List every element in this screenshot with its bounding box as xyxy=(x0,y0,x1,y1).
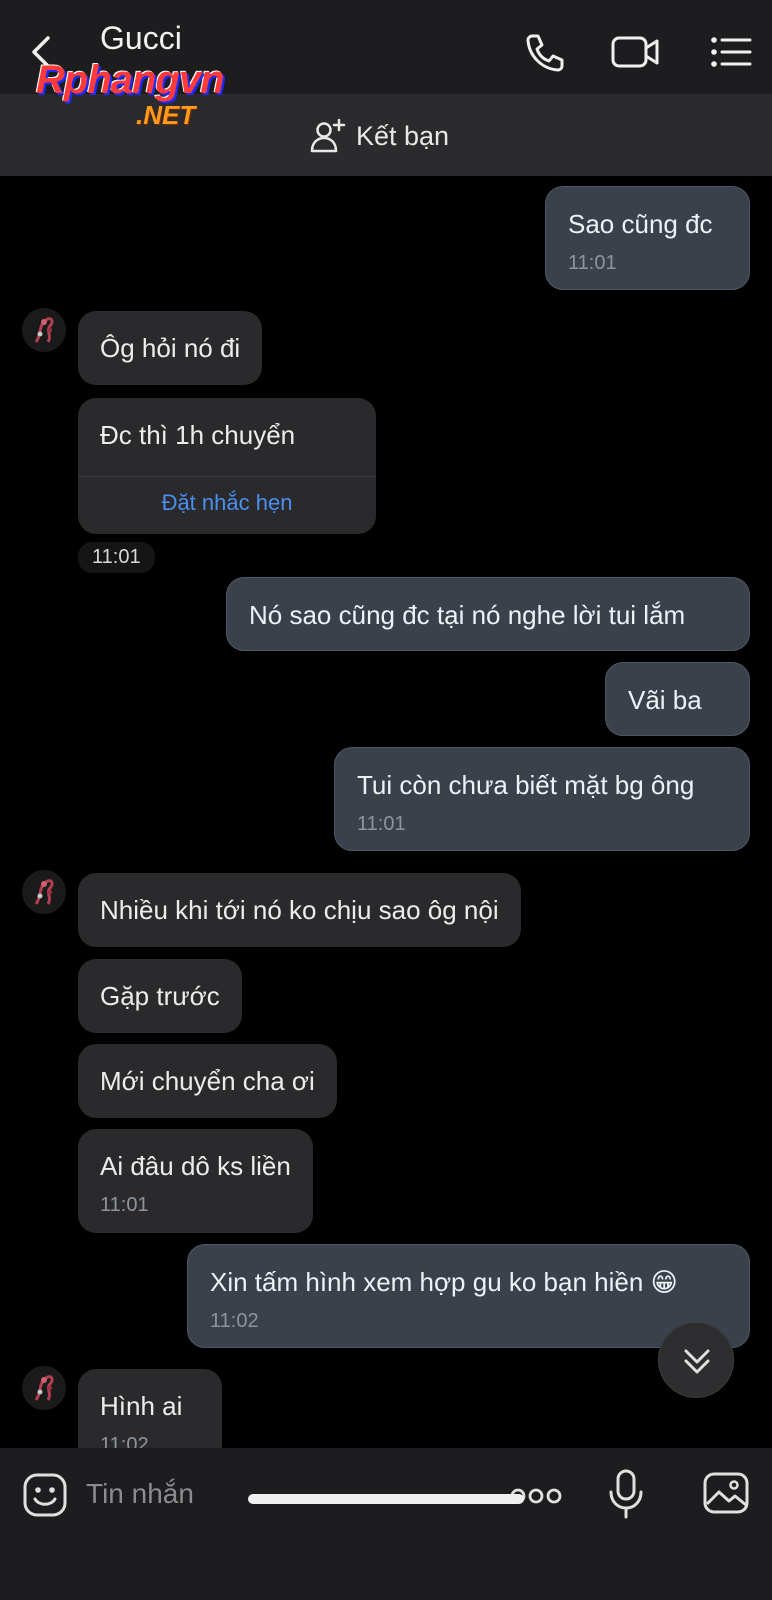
add-friend-button[interactable]: Kết bạn xyxy=(310,116,449,156)
contact-name[interactable]: Gucci xyxy=(100,20,182,57)
message-bubble-incoming[interactable]: Gặp trước xyxy=(78,959,242,1033)
message-text: Mới chuyển cha ơi xyxy=(100,1066,315,1096)
voice-message-button[interactable] xyxy=(606,1468,646,1520)
scroll-down-button[interactable] xyxy=(658,1322,734,1398)
message-time: 11:01 xyxy=(100,1194,149,1216)
menu-button[interactable] xyxy=(708,30,756,74)
double-chevron-down-icon xyxy=(684,1349,710,1374)
image-icon xyxy=(703,1472,749,1514)
message-text: Xin tấm hình xem hợp gu ko bạn hiền xyxy=(210,1267,644,1297)
avatar[interactable] xyxy=(22,1366,66,1410)
grin-emoji-icon: 😁 xyxy=(650,1267,678,1297)
message-text: Gặp trước xyxy=(100,981,220,1011)
add-person-icon xyxy=(310,118,346,153)
message-bubble-incoming[interactable]: Mới chuyển cha ơi xyxy=(78,1044,337,1118)
video-call-button[interactable] xyxy=(610,30,659,74)
message-bubble-reminder[interactable]: Đc thì 1h chuyển Đặt nhắc hẹn xyxy=(78,398,376,534)
message-text: Đc thì 1h chuyển xyxy=(100,420,296,450)
send-image-button[interactable] xyxy=(702,1470,750,1516)
menu-list-icon xyxy=(711,37,752,67)
avatar[interactable] xyxy=(22,308,66,352)
message-text: Nó sao cũng đc tại nó nghe lời tui lắm xyxy=(249,600,686,630)
divider xyxy=(78,476,376,477)
message-time: 11:02 xyxy=(210,1310,259,1332)
avatar-image xyxy=(22,1366,66,1410)
message-bubble-incoming[interactable]: Hình ai 11:02 xyxy=(78,1369,222,1448)
message-bubble-outgoing[interactable]: Tui còn chưa biết mặt bg ông 11:01 xyxy=(334,747,750,851)
message-bubble-outgoing[interactable]: Nó sao cũng đc tại nó nghe lời tui lắm xyxy=(226,577,750,651)
message-time: 11:02 xyxy=(100,1434,149,1448)
message-list[interactable]: Sao cũng đc 11:01 Ôg hỏi nó đi Đc thì 1h… xyxy=(0,176,772,1448)
message-text: Ôg hỏi nó đi xyxy=(100,333,241,363)
message-time: 11:01 xyxy=(568,252,617,274)
add-friend-label: Kết bạn xyxy=(356,120,450,151)
avatar-image xyxy=(22,308,66,352)
set-reminder-link[interactable]: Đặt nhắc hẹn xyxy=(78,490,376,516)
message-composer xyxy=(0,1448,772,1600)
message-time: 11:01 xyxy=(357,813,406,835)
avatar-image xyxy=(22,870,66,914)
message-text: Tui còn chưa biết mặt bg ông xyxy=(357,770,695,800)
message-text: Ai đâu dô ks liền xyxy=(100,1151,291,1181)
watermark-domain: .NET xyxy=(136,100,196,130)
message-bubble-outgoing[interactable]: Sao cũng đc 11:01 xyxy=(545,186,750,290)
call-button[interactable] xyxy=(520,30,568,74)
video-call-icon xyxy=(611,36,659,68)
sticker-button[interactable] xyxy=(22,1472,68,1518)
message-bubble-outgoing[interactable]: Vãi ba xyxy=(605,662,750,736)
message-bubble-incoming[interactable]: Ai đâu dô ks liền 11:01 xyxy=(78,1129,313,1233)
microphone-icon xyxy=(609,1469,643,1519)
avatar[interactable] xyxy=(22,870,66,914)
message-bubble-incoming[interactable]: Nhiều khi tới nó ko chịu sao ôg nội xyxy=(78,873,521,947)
message-time-badge: 11:01 xyxy=(78,542,155,573)
watermark-text: Rphangvn xyxy=(36,58,225,102)
message-text: Hình ai xyxy=(100,1391,183,1421)
phone-icon xyxy=(526,34,564,72)
message-bubble-incoming[interactable]: Ôg hỏi nó đi xyxy=(78,311,263,385)
smiley-icon xyxy=(23,1473,67,1517)
message-text: Nhiều khi tới nó ko chịu sao ôg nội xyxy=(100,895,499,925)
watermark-logo: Rphangvn .NET xyxy=(36,58,276,138)
message-text: Sao cũng đc xyxy=(568,209,713,239)
message-text: Vãi ba xyxy=(628,685,702,715)
home-indicator xyxy=(248,1494,524,1504)
